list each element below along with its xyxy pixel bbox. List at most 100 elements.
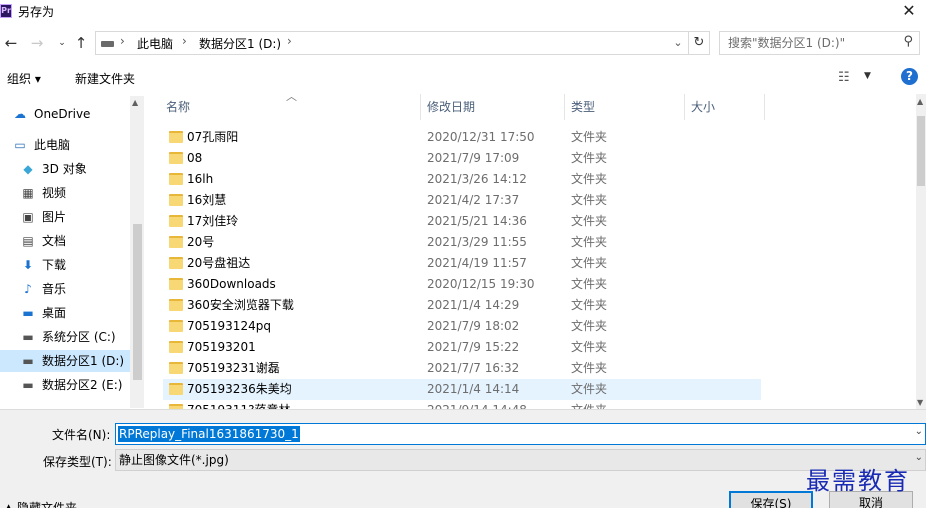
window-title: 另存为 (18, 5, 55, 19)
column-divider[interactable] (564, 94, 565, 120)
search-input[interactable] (728, 35, 893, 51)
file-name: 360Downloads (187, 277, 276, 291)
sidebar-item-system-c[interactable]: ▬ 系统分区 (C:) (0, 326, 130, 348)
list-item[interactable]: 360安全浏览器下载 2021/1/4 14:29 文件夹 (163, 295, 761, 316)
column-header: ︿ 名称 修改日期 类型 大小 (160, 90, 916, 120)
save-button[interactable]: 保存(S) (729, 491, 813, 508)
list-item[interactable]: 16lh 2021/3/26 14:12 文件夹 (163, 169, 761, 190)
cube-icon: ◆ (23, 162, 33, 176)
download-icon: ⬇ (22, 258, 34, 272)
drive-icon: ▬ (22, 378, 34, 392)
list-item[interactable]: 07孔雨阳 2020/12/31 17:50 文件夹 (163, 127, 761, 148)
sidebar-item-label: 视频 (42, 186, 67, 200)
file-date: 2020/12/31 17:50 (427, 130, 535, 144)
sidebar-item-documents[interactable]: ▤ 文档 (0, 230, 130, 252)
help-icon[interactable]: ? (901, 68, 918, 85)
sidebar-item-3d-objects[interactable]: ◆ 3D 对象 (0, 158, 130, 180)
sidebar-item-desktop[interactable]: ▬ 桌面 (0, 302, 130, 324)
search-box[interactable]: ⚲ (719, 31, 920, 55)
list-item[interactable]: 16刘慧 2021/4/2 17:37 文件夹 (163, 190, 761, 211)
sidebar-item-videos[interactable]: ▦ 视频 (0, 182, 130, 204)
file-name: 705193201 (187, 340, 256, 354)
close-button[interactable]: ✕ (892, 0, 926, 24)
filetype-select[interactable]: 静止图像文件(*.jpg) ⌄ (115, 449, 926, 471)
breadcrumb-this-pc[interactable]: 此电脑 (137, 35, 173, 52)
sort-ascending-icon: ︿ (286, 90, 297, 103)
sidebar-scrollbar[interactable]: ▲ (130, 96, 144, 408)
file-list-scrollbar[interactable]: ▲ ▼ (916, 94, 926, 409)
file-list-scroll-thumb[interactable] (917, 116, 925, 186)
column-header-type[interactable]: 类型 (571, 94, 595, 120)
filename-label: 文件名(N): (52, 428, 111, 442)
file-date: 2021/7/9 15:22 (427, 340, 520, 354)
hide-folders-toggle[interactable]: ▲ 隐藏文件夹 (4, 499, 77, 508)
column-divider[interactable] (764, 94, 765, 120)
list-item[interactable]: 705193231谢磊 2021/7/7 16:32 文件夹 (163, 358, 761, 379)
filename-value[interactable]: RPReplay_Final1631861730_1 (118, 426, 300, 442)
list-item[interactable]: 705193124pq 2021/7/9 18:02 文件夹 (163, 316, 761, 337)
column-divider[interactable] (684, 94, 685, 120)
recent-locations-chevron-icon[interactable]: ⌄ (53, 32, 71, 54)
view-options-dropdown-icon[interactable]: ▼ (864, 71, 871, 81)
breadcrumb-separator-icon[interactable]: › (287, 34, 292, 48)
list-item[interactable]: 17刘佳玲 2021/5/21 14:36 文件夹 (163, 211, 761, 232)
column-header-size[interactable]: 大小 (691, 94, 715, 120)
breadcrumb-separator-icon[interactable]: › (120, 34, 125, 48)
breadcrumb-separator-icon[interactable]: › (182, 34, 187, 48)
list-item[interactable]: 20号 2021/3/29 11:55 文件夹 (163, 232, 761, 253)
list-item[interactable]: 705193201 2021/7/9 15:22 文件夹 (163, 337, 761, 358)
organize-button[interactable]: 组织 ▾ (7, 70, 41, 87)
scroll-up-arrow-icon[interactable]: ▲ (917, 97, 923, 106)
sidebar-item-label: 音乐 (42, 282, 67, 296)
folder-icon (169, 362, 183, 374)
file-date: 2021/4/19 11:57 (427, 256, 527, 270)
sidebar-scroll-thumb[interactable] (133, 224, 142, 380)
file-type: 文件夹 (571, 235, 608, 249)
sidebar-item-data-d[interactable]: ▬ 数据分区1 (D:) (0, 350, 130, 372)
refresh-icon[interactable]: ↻ (688, 32, 709, 54)
filename-field[interactable]: RPReplay_Final1631861730_1 ⌄ (115, 423, 926, 445)
up-arrow-icon[interactable]: ↑ (72, 32, 90, 54)
command-toolbar: 组织 ▾ 新建文件夹 ☷ ▼ (0, 64, 926, 92)
filetype-dropdown-chevron-icon[interactable]: ⌄ (915, 452, 923, 463)
file-type: 文件夹 (571, 298, 608, 312)
sidebar-item-this-pc[interactable]: ▭ 此电脑 (0, 134, 130, 156)
file-date: 2021/4/2 17:37 (427, 193, 520, 207)
new-folder-button[interactable]: 新建文件夹 (75, 70, 135, 87)
forward-arrow-icon[interactable]: → (28, 32, 46, 54)
sidebar-item-onedrive[interactable]: ☁ OneDrive (0, 103, 130, 125)
file-date: 2021/5/21 14:36 (427, 214, 527, 228)
list-item[interactable]: 705193236朱美均 2021/1/4 14:14 文件夹 (163, 379, 761, 400)
sidebar-item-downloads[interactable]: ⬇ 下载 (0, 254, 130, 276)
filename-dropdown-chevron-icon[interactable]: ⌄ (915, 426, 923, 437)
column-header-name[interactable]: 名称 (166, 94, 190, 120)
address-dropdown-chevron-icon[interactable]: ⌄ (669, 33, 687, 53)
scroll-up-arrow-icon[interactable]: ▲ (132, 98, 138, 107)
breadcrumb-data-partition-d[interactable]: 数据分区1 (D:) (199, 35, 281, 52)
file-type: 文件夹 (571, 193, 608, 207)
column-header-modified[interactable]: 修改日期 (427, 94, 475, 120)
file-name: 07孔雨阳 (187, 130, 239, 144)
folder-icon (169, 215, 183, 227)
view-options-icon[interactable]: ☷ (838, 70, 850, 85)
address-bar[interactable]: › 此电脑 › 数据分区1 (D:) › ⌄ ↻ (95, 31, 710, 55)
sidebar-item-label: 系统分区 (C:) (42, 330, 116, 344)
file-date: 2021/1/4 14:29 (427, 298, 520, 312)
sidebar-item-data-e[interactable]: ▬ 数据分区2 (E:) (0, 374, 130, 396)
sidebar-item-pictures[interactable]: ▣ 图片 (0, 206, 130, 228)
filetype-label: 保存类型(T): (43, 455, 112, 469)
file-list: 07孔雨阳 2020/12/31 17:50 文件夹 08 2021/7/9 1… (160, 126, 916, 409)
list-item[interactable]: 360Downloads 2020/12/15 19:30 文件夹 (163, 274, 761, 295)
file-type: 文件夹 (571, 277, 608, 291)
file-date: 2021/7/9 18:02 (427, 319, 520, 333)
scroll-down-arrow-icon[interactable]: ▼ (917, 398, 923, 407)
list-item[interactable]: 08 2021/7/9 17:09 文件夹 (163, 148, 761, 169)
sidebar-item-music[interactable]: ♪ 音乐 (0, 278, 130, 300)
file-name: 08 (187, 151, 203, 165)
back-arrow-icon[interactable]: ← (2, 32, 20, 54)
list-item[interactable]: 20号盘祖达 2021/4/19 11:57 文件夹 (163, 253, 761, 274)
list-item[interactable]: 70519311?蒋意林 2021/9/14 14:48 文件夹 (163, 400, 761, 409)
column-divider[interactable] (420, 94, 421, 120)
sidebar-item-label: 数据分区2 (E:) (42, 378, 123, 392)
search-icon[interactable]: ⚲ (903, 34, 913, 49)
